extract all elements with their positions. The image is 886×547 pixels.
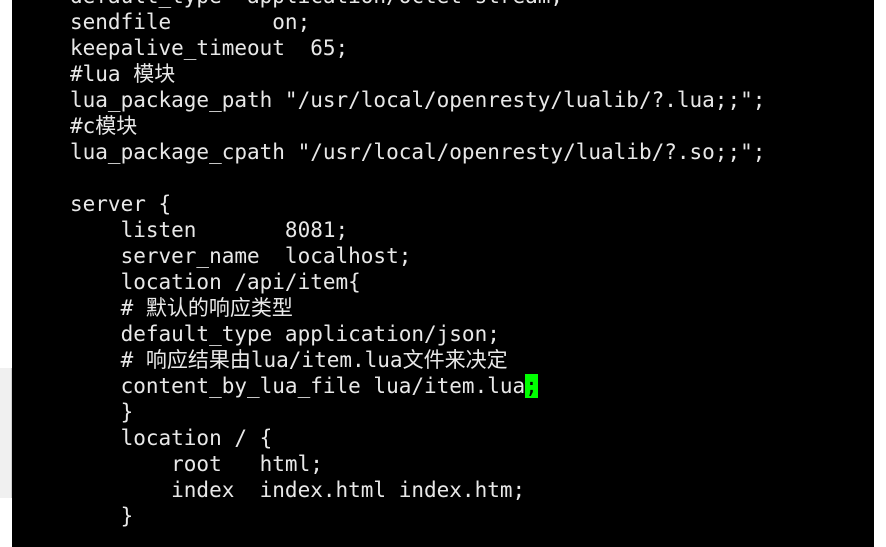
editor-text[interactable]: default_type application/octet-stream; s… (70, 0, 765, 529)
right-window-edge (874, 0, 886, 547)
code-line-default-type: default_type application/octet-stream; (70, 0, 765, 9)
code-line-default-type-comment: # 默认的响应类型 (70, 296, 293, 320)
code-line-index: index index.html index.htm; (70, 478, 526, 502)
code-line-c-comment: #c模块 (70, 114, 138, 138)
code-line-listen: listen 8081; (70, 218, 349, 242)
text-cursor: ; (525, 374, 538, 398)
code-line-default-type-json: default_type application/json; (70, 322, 500, 346)
left-window-edge (0, 0, 12, 547)
code-line-root-close: } (70, 504, 134, 528)
code-line-location-root: location / { (70, 426, 273, 450)
code-line-server-open: server { (70, 192, 172, 216)
code-line-content-text: content_by_lua_file lua/item.lua (70, 374, 526, 398)
code-line-server-name: server_name localhost; (70, 244, 412, 268)
code-line-sendfile: sendfile on; (70, 10, 311, 34)
code-line-content-by-lua: content_by_lua_file lua/item.lua; (70, 373, 765, 399)
left-panel-border (0, 368, 12, 498)
code-line-lua-package-cpath: lua_package_cpath "/usr/local/openresty/… (70, 140, 766, 164)
terminal-window[interactable]: default_type application/octet-stream; s… (12, 0, 874, 547)
code-line-lua-package-path: lua_package_path "/usr/local/openresty/l… (70, 88, 766, 112)
code-line-location-api: location /api/item{ (70, 270, 361, 294)
code-line-lua-comment: #lua 模块 (70, 62, 176, 86)
code-line-response-comment: # 响应结果由lua/item.lua文件来决定 (70, 348, 508, 372)
code-line-root-html: root html; (70, 452, 323, 476)
code-line-keepalive: keepalive_timeout 65; (70, 36, 349, 60)
code-line-location-close: } (70, 400, 134, 424)
